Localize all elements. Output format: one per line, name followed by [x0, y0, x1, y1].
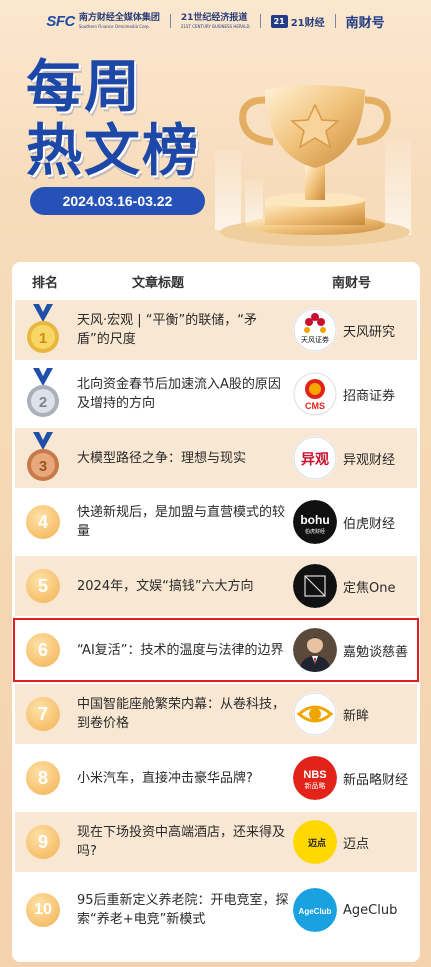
21cbh-brand: 21世纪经济报道 21ST CENTURY BUSINESS HERALD [180, 12, 250, 29]
account-name[interactable]: 新品略财经 [343, 748, 417, 808]
rank-number: 10 [26, 893, 60, 927]
gold-medal-icon: 1 [27, 304, 59, 353]
rank-badge: 7 [23, 689, 63, 739]
sfc-logo: SFC [46, 12, 75, 30]
bohu-logo-icon: bohu 伯虎财经 [293, 500, 337, 544]
svg-text:CMS: CMS [305, 401, 325, 411]
ageclub-logo-icon: AgeClub [293, 888, 337, 932]
svg-text:bohu: bohu [300, 513, 329, 527]
rank-number: 2 [39, 394, 47, 411]
21cj-badge: 21 [270, 14, 288, 28]
sfc-name: 南方财经全媒体集团 [78, 12, 160, 23]
dingjiao-logo-icon [293, 564, 337, 608]
rank-badge: 9 [23, 817, 63, 867]
table-header: 排名 文章标题 南财号 [12, 262, 420, 300]
rank-medal: 2 [23, 368, 63, 419]
article-title[interactable]: 快递新规后，是加盟与直营模式的较量 [77, 492, 289, 552]
svg-text:天风证券: 天风证券 [301, 335, 329, 344]
nbs-logo-icon: NBS 新品略 [293, 756, 337, 800]
rank-number: 1 [39, 330, 47, 347]
21cj-name: 21财经 [290, 17, 325, 29]
table-row[interactable]: 1 天风·宏观 | “平衡”的联储，“矛盾”的尺度 天风证券 天风研究 [15, 300, 417, 360]
rank-badge: 8 [23, 753, 63, 803]
divider [169, 14, 171, 28]
table-row[interactable]: 7 中国智能座舱繁荣内幕：从卷科技，到卷价格 新眸 [15, 684, 417, 744]
account-name[interactable]: 嘉勉谈慈善 [343, 620, 417, 680]
rank-badge: 6 [23, 625, 63, 675]
svg-text:AgeClub: AgeClub [299, 907, 332, 916]
bronze-medal-icon: 3 [27, 432, 59, 481]
eye-logo-icon [293, 692, 337, 736]
table-row[interactable]: 4 快递新规后，是加盟与直营模式的较量 bohu 伯虎财经 伯虎财经 [15, 492, 417, 552]
table-row[interactable]: 5 2024年，文娱“搞钱”六大方向 定焦One [15, 556, 417, 616]
svg-text:伯虎财经: 伯虎财经 [305, 528, 325, 535]
svg-text:迈点: 迈点 [308, 837, 326, 849]
21cj-brand: 21 21财经 [270, 14, 325, 29]
account-name[interactable]: 定焦One [343, 556, 417, 616]
rank-number: 7 [26, 697, 60, 731]
tianfeng-logo-icon: 天风证券 [293, 308, 337, 352]
account-name[interactable]: 迈点 [343, 812, 417, 872]
table-row[interactable]: 10 95后重新定义养老院：开电竞室，探索“养老+电竞”新模式 AgeClub … [15, 876, 417, 944]
silver-medal-icon: 2 [27, 368, 59, 417]
header-rank: 排名 [32, 275, 59, 291]
article-title[interactable]: 95后重新定义养老院：开电竞室，探索“养老+电竞”新模式 [77, 876, 289, 944]
article-title[interactable]: 现在下场投资中高端酒店，还来得及吗? [77, 812, 289, 872]
ranking-card: 排名 文章标题 南财号 1 天风·宏观 | “平衡”的联储，“矛盾”的尺度 天风… [12, 262, 420, 962]
rank-badge: 5 [23, 561, 63, 611]
ncf-brand: 南财号 [345, 15, 385, 31]
article-title[interactable]: 大模型路径之争：理想与现实 [77, 428, 289, 488]
page-title-line2: 热文榜 [26, 119, 200, 184]
rank-number: 8 [26, 761, 60, 795]
rank-number: 5 [26, 569, 60, 603]
rank-badge: 4 [23, 497, 63, 547]
article-title[interactable]: 中国智能座舱繁荣内幕：从卷科技，到卷价格 [77, 684, 289, 744]
rank-medal: 1 [23, 304, 63, 355]
maidian-logo-icon: 迈点 [293, 820, 337, 864]
account-name[interactable]: 天风研究 [343, 300, 417, 360]
article-title[interactable]: 天风·宏观 | “平衡”的联储，“矛盾”的尺度 [77, 300, 289, 360]
article-title[interactable]: “AI复活”：技术的温度与法律的边界 [77, 620, 289, 680]
avatar-photo-icon [293, 628, 337, 672]
divider [334, 14, 336, 28]
header-title: 文章标题 [132, 275, 185, 291]
brand-bar: SFC 南方财经全媒体集团 Southern Finance Omnimedia… [0, 8, 431, 34]
account-name[interactable]: 新眸 [343, 684, 417, 744]
article-title[interactable]: 北向资金春节后加速流入A股的原因及增持的方向 [77, 364, 289, 424]
21cbh-en: 21ST CENTURY BUSINESS HERALD [180, 23, 250, 29]
21cbh-name: 21世纪经济报道 [180, 12, 248, 23]
sfc-brand: SFC 南方财经全媒体集团 Southern Finance Omnimedia… [46, 13, 160, 30]
rank-number: 4 [26, 505, 60, 539]
table-row[interactable]: 8 小米汽车，直接冲击豪华品牌? NBS 新品略 新品略财经 [15, 748, 417, 808]
sfc-en: Southern Finance Omnimedia Corp. [78, 23, 150, 29]
account-name[interactable]: 异观财经 [343, 428, 417, 488]
rank-number: 9 [26, 825, 60, 859]
table-row[interactable]: 9 现在下场投资中高端酒店，还来得及吗? 迈点 迈点 [15, 812, 417, 872]
account-name[interactable]: 招商证券 [343, 364, 417, 424]
svg-text:异观: 异观 [301, 452, 329, 468]
header-account: 南财号 [332, 275, 372, 291]
rank-number: 6 [26, 633, 60, 667]
divider [259, 14, 261, 28]
page-title-line1: 每周 [26, 55, 142, 120]
trophy-icon [215, 85, 411, 246]
svg-text:NBS: NBS [303, 769, 326, 781]
table-row[interactable]: 3 大模型路径之争：理想与现实 异观 异观财经 [15, 428, 417, 488]
rank-number: 3 [39, 458, 47, 475]
table-row-highlighted[interactable]: 6 “AI复活”：技术的温度与法律的边界 嘉勉谈慈善 [13, 618, 419, 682]
table-row[interactable]: 2 北向资金春节后加速流入A股的原因及增持的方向 CMS 招商证券 [15, 364, 417, 424]
cms-logo-icon: CMS [293, 372, 337, 416]
svg-text:新品略: 新品略 [305, 781, 326, 790]
rank-medal: 3 [23, 432, 63, 483]
account-name[interactable]: 伯虎财经 [343, 492, 417, 552]
yiguan-logo-icon: 异观 [293, 436, 337, 480]
article-title[interactable]: 2024年，文娱“搞钱”六大方向 [77, 556, 289, 616]
rank-badge: 10 [23, 885, 63, 935]
account-name[interactable]: AgeClub [343, 876, 417, 944]
article-title[interactable]: 小米汽车，直接冲击豪华品牌? [77, 748, 289, 808]
date-range-badge: 2024.03.16-03.22 [30, 187, 205, 215]
